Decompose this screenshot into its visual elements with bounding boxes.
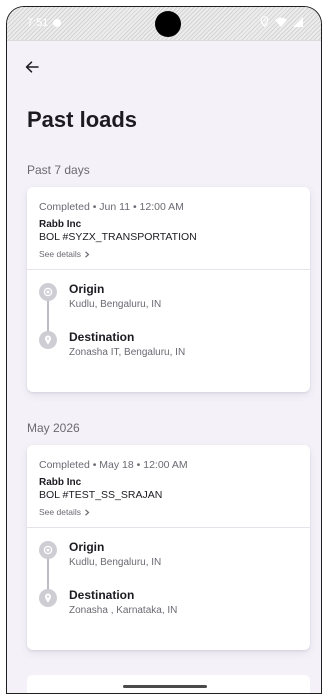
destination-location: Zonasha IT, Bengaluru, IN: [69, 347, 186, 358]
origin-title: Origin: [69, 282, 105, 296]
chevron-right-icon: [85, 508, 90, 516]
origin-location: Kudlu, Bengaluru, IN: [69, 299, 162, 310]
location-icon: [260, 16, 269, 27]
origin-stop: Origin Kudlu, Bengaluru, IN: [39, 282, 298, 330]
route: Origin Kudlu, Bengaluru, IN Destination …: [27, 528, 310, 650]
destination-pin-icon: [39, 589, 57, 607]
see-details-link[interactable]: See details: [39, 249, 298, 259]
bol-number: BOL #TEST_SS_SRAJAN: [39, 489, 163, 501]
origin-location: Kudlu, Bengaluru, IN: [69, 557, 162, 568]
destination-location: Zonasha , Karnataka, IN: [69, 605, 178, 616]
phone-screen: 7:51 Past loads Past 7 days Completed • …: [6, 6, 322, 694]
section-label: May 2026: [27, 421, 80, 435]
origin-stop: Origin Kudlu, Bengaluru, IN: [39, 540, 298, 588]
back-button[interactable]: [25, 55, 53, 79]
destination-pin-icon: [39, 331, 57, 349]
status-bar: 7:51: [7, 7, 321, 41]
bol-number: BOL #SYZX_TRANSPORTATION: [39, 231, 197, 243]
see-details-link[interactable]: See details: [39, 507, 298, 517]
origin-marker-icon: [39, 541, 57, 559]
status-icons: [260, 16, 303, 27]
company-name: Rabb Inc: [39, 219, 82, 230]
destination-stop: Destination Zonasha IT, Bengaluru, IN: [39, 330, 298, 378]
origin-marker-icon: [39, 283, 57, 301]
origin-title: Origin: [69, 540, 105, 554]
destination-title: Destination: [69, 330, 135, 344]
load-status: Completed • May 18 • 12:00 AM: [39, 459, 188, 471]
load-status: Completed • Jun 11 • 12:00 AM: [39, 201, 184, 213]
company-name: Rabb Inc: [39, 477, 82, 488]
load-card[interactable]: Completed • Jun 11 • 12:00 AM Rabb Inc B…: [27, 187, 310, 392]
section-label: Past 7 days: [27, 163, 90, 177]
notification-dot-icon: [53, 19, 61, 27]
see-details-label: See details: [39, 507, 82, 517]
destination-title: Destination: [69, 588, 135, 602]
chevron-right-icon: [85, 250, 90, 258]
home-indicator[interactable]: [123, 685, 207, 688]
camera-cutout: [155, 11, 181, 37]
wifi-icon: [275, 17, 287, 27]
back-arrow-icon: [25, 61, 39, 73]
page-title: Past loads: [27, 107, 138, 132]
see-details-label: See details: [39, 249, 82, 259]
card-summary: Completed • Jun 11 • 12:00 AM Rabb Inc B…: [27, 187, 310, 269]
card-summary: Completed • May 18 • 12:00 AM Rabb Inc B…: [27, 445, 310, 527]
load-card[interactable]: Completed • May 18 • 12:00 AM Rabb Inc B…: [27, 445, 310, 650]
signal-icon: [293, 16, 303, 27]
destination-stop: Destination Zonasha , Karnataka, IN: [39, 588, 298, 636]
status-time: 7:51: [27, 17, 49, 29]
route: Origin Kudlu, Bengaluru, IN Destination …: [27, 270, 310, 392]
